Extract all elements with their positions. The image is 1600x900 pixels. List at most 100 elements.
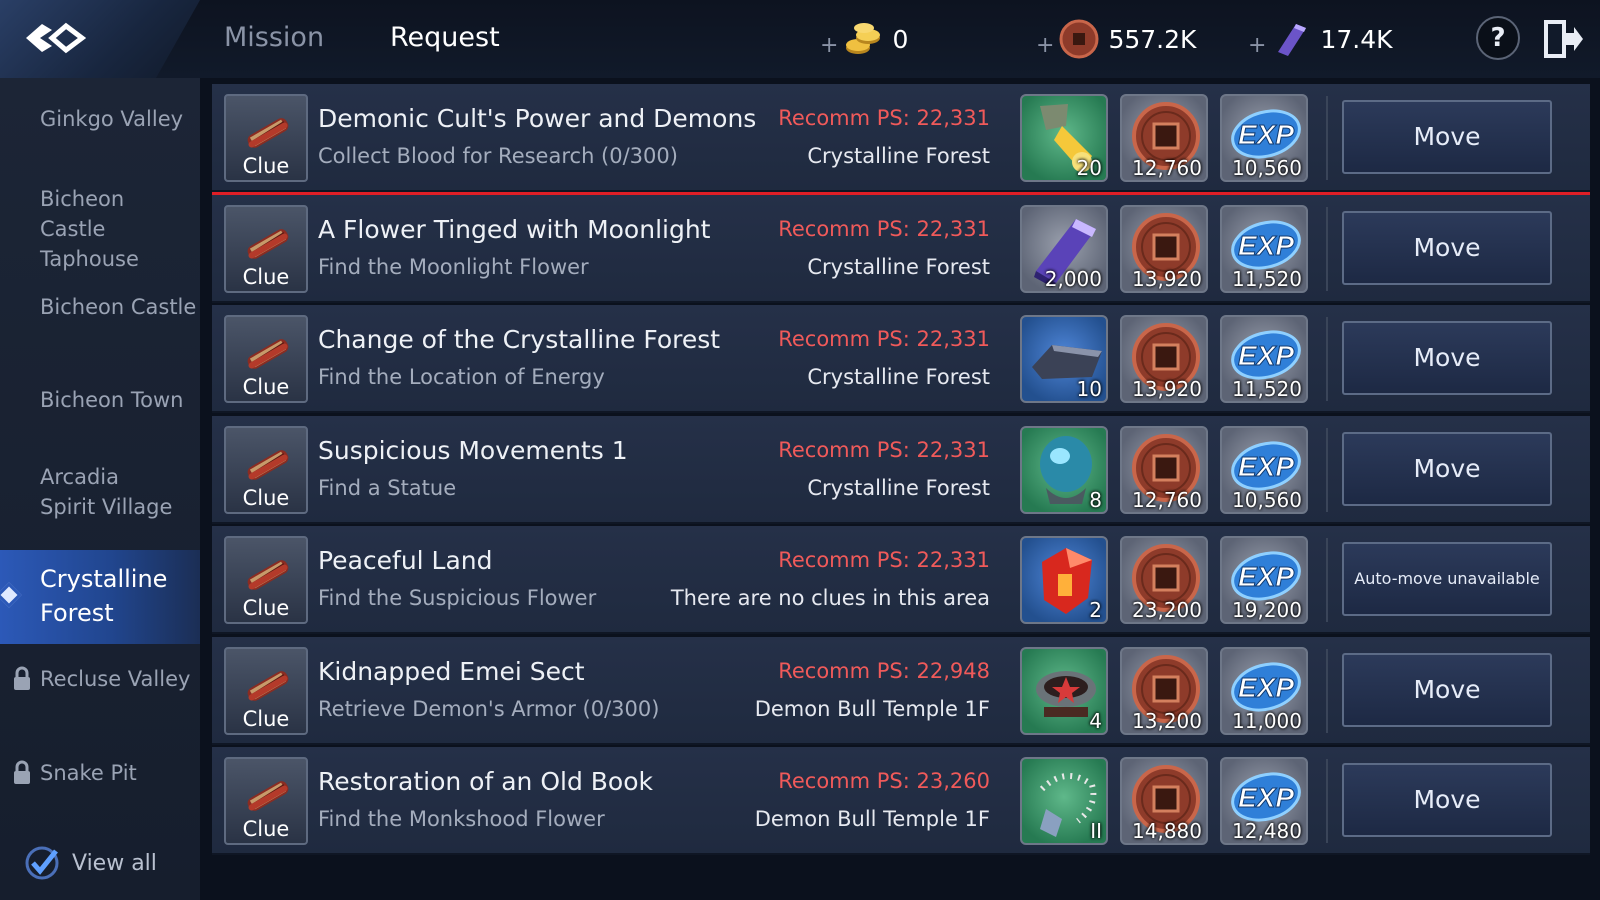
request-row[interactable]: Clue Peaceful Land Find the Suspicious F…: [212, 526, 1590, 634]
move-button[interactable]: Move: [1342, 210, 1552, 285]
reward-exp[interactable]: EXP 19,200: [1220, 536, 1308, 624]
reward-item[interactable]: 2,000: [1020, 204, 1108, 293]
copper-currency[interactable]: + 557.2K: [1036, 14, 1196, 64]
reward-exp[interactable]: EXP 12,480: [1220, 757, 1308, 845]
request-objective: Collect Blood for Research (0/300): [318, 144, 678, 168]
clue-badge[interactable]: Clue: [224, 757, 308, 845]
divider: [1326, 96, 1328, 180]
clue-scroll-icon: [247, 118, 289, 148]
reward-exp-qty: 11,520: [1232, 377, 1302, 401]
reward-exp[interactable]: EXP 10,560: [1220, 94, 1308, 182]
reward-exp[interactable]: EXP 11,000: [1220, 646, 1308, 735]
reward-coin[interactable]: 12,760: [1120, 94, 1208, 182]
move-button[interactable]: Move: [1342, 431, 1552, 506]
request-row[interactable]: Clue Suspicious Movements 1 Find a Statu…: [212, 415, 1590, 524]
reward-exp[interactable]: EXP 10,560: [1220, 425, 1308, 514]
request-row[interactable]: Clue Kidnapped Emei Sect Retrieve Demon'…: [212, 636, 1590, 745]
move-button[interactable]: Move: [1342, 652, 1552, 727]
reward-item[interactable]: 2: [1020, 536, 1108, 624]
clue-label: Clue: [242, 154, 290, 178]
sidebar-item-label: Recluse Valley: [40, 667, 191, 691]
view-all-toggle[interactable]: View all: [24, 843, 157, 883]
request-title: Restoration of an Old Book: [318, 767, 653, 796]
crystal-currency[interactable]: + 17.4K: [1248, 14, 1393, 64]
svg-text:EXP: EXP: [1238, 119, 1294, 150]
reward-coin[interactable]: 14,880: [1120, 757, 1208, 845]
sidebar-item-bicheon-town[interactable]: Bicheon Town: [0, 385, 200, 415]
reward-exp[interactable]: EXP 11,520: [1220, 315, 1308, 403]
reward-item[interactable]: 20: [1020, 94, 1108, 182]
exit-icon[interactable]: [1540, 16, 1584, 62]
divider: [1326, 759, 1328, 843]
clue-badge[interactable]: Clue: [224, 94, 308, 182]
reward-coin-qty: 12,760: [1132, 156, 1202, 180]
reward-item[interactable]: 10: [1020, 315, 1108, 403]
add-gold-icon[interactable]: +: [820, 33, 838, 58]
reward-item-qty: II: [1090, 819, 1102, 843]
top-bar: Mission Request + 0 + 557.2K + 17.4K ?: [0, 0, 1600, 78]
back-arrow-icon: [26, 22, 86, 54]
help-button[interactable]: ?: [1476, 16, 1520, 60]
request-title: Peaceful Land: [318, 546, 493, 575]
reward-item-qty: 8: [1089, 487, 1102, 512]
reward-exp-qty: 10,560: [1232, 156, 1302, 180]
request-row[interactable]: Clue Change of the Crystalline Forest Fi…: [212, 305, 1590, 413]
move-button[interactable]: Move: [1342, 763, 1552, 837]
reward-coin[interactable]: 13,920: [1120, 315, 1208, 403]
request-list[interactable]: Clue Demonic Cult's Power and Demons Col…: [212, 84, 1590, 900]
recommended-ps: Recomm PS: 22,331: [778, 216, 990, 241]
clue-scroll-icon: [247, 670, 289, 701]
request-row[interactable]: Clue Restoration of an Old Book Find the…: [212, 747, 1590, 855]
reward-item[interactable]: II: [1020, 757, 1108, 845]
sidebar-item-arcadia-spirit-village[interactable]: Arcadia Spirit Village: [0, 462, 200, 522]
request-title: Demonic Cult's Power and Demons: [318, 104, 757, 133]
tab-mission[interactable]: Mission: [224, 18, 324, 58]
reward-coin-qty: 12,760: [1132, 487, 1202, 512]
sidebar-item-snake-pit[interactable]: Snake Pit: [0, 758, 200, 788]
reward-item[interactable]: 4: [1020, 646, 1108, 735]
clue-badge[interactable]: Clue: [224, 536, 308, 624]
gold-currency[interactable]: + 0: [820, 14, 908, 64]
reward-item[interactable]: 8: [1020, 425, 1108, 514]
tab-request[interactable]: Request: [350, 8, 570, 68]
sidebar-item-bicheon-castle[interactable]: Bicheon Castle: [0, 292, 200, 322]
clue-label: Clue: [242, 706, 290, 731]
reward-coin[interactable]: 13,920: [1120, 204, 1208, 293]
reward-coin[interactable]: 13,200: [1120, 646, 1208, 735]
reward-coin[interactable]: 23,200: [1120, 536, 1208, 624]
sidebar-item-bicheon-castle-taphouse[interactable]: Bicheon Castle Taphouse: [0, 184, 200, 274]
purple-crystal-icon: [1278, 24, 1307, 56]
checkmark-icon: [25, 846, 59, 880]
move-button[interactable]: Auto-move unavailable: [1342, 542, 1552, 616]
reward-coin-qty: 13,920: [1132, 377, 1202, 401]
move-button[interactable]: Move: [1342, 321, 1552, 395]
request-row[interactable]: Clue A Flower Tinged with Moonlight Find…: [212, 194, 1590, 303]
reward-coin-qty: 13,920: [1132, 266, 1202, 291]
request-row[interactable]: Clue Demonic Cult's Power and Demons Col…: [212, 84, 1590, 196]
sidebar-item-ginkgo-valley[interactable]: Ginkgo Valley: [0, 104, 200, 134]
clue-badge[interactable]: Clue: [224, 425, 308, 514]
back-button[interactable]: [0, 0, 200, 78]
request-area: Demon Bull Temple 1F: [754, 696, 990, 721]
clue-label: Clue: [242, 596, 290, 620]
clue-badge[interactable]: Clue: [224, 315, 308, 403]
divider: [1326, 538, 1328, 622]
sidebar-item-recluse-valley[interactable]: Recluse Valley: [0, 664, 200, 694]
clue-badge[interactable]: Clue: [224, 204, 308, 293]
add-copper-icon[interactable]: +: [1036, 33, 1054, 58]
request-objective: Find the Moonlight Flower: [318, 254, 589, 279]
request-area: There are no clues in this area: [670, 586, 990, 610]
reward-coin[interactable]: 12,760: [1120, 425, 1208, 514]
reward-exp[interactable]: EXP 11,520: [1220, 204, 1308, 293]
area-sidebar: Ginkgo Valley Bicheon Castle Taphouse Bi…: [0, 78, 200, 900]
sidebar-item-crystalline-forest[interactable]: Crystalline Forest: [0, 550, 200, 644]
copper-value: 557.2K: [1108, 24, 1197, 54]
request-area: Demon Bull Temple 1F: [754, 807, 990, 831]
divider: [1326, 317, 1328, 401]
reward-exp-qty: 10,560: [1232, 487, 1302, 512]
sidebar-item-label: Ginkgo Valley: [40, 107, 184, 131]
reward-item-qty: 4: [1089, 708, 1102, 733]
add-crystal-icon[interactable]: +: [1248, 33, 1266, 58]
clue-badge[interactable]: Clue: [224, 646, 308, 735]
move-button[interactable]: Move: [1342, 100, 1552, 174]
